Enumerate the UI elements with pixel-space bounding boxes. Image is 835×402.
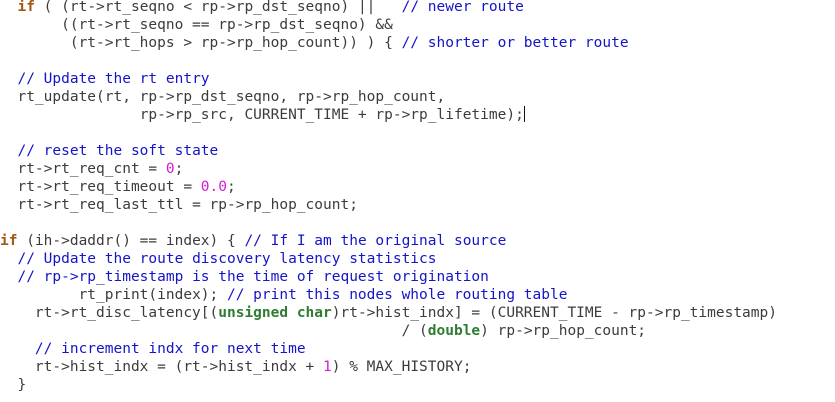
code-text: ((rt->rt_seqno == rp->rp_dst_seqno) &&: [61, 17, 393, 33]
type-keyword: unsigned char: [218, 305, 332, 321]
code-line[interactable]: rt->rt_req_cnt = 0;: [0, 160, 183, 178]
comment: // newer route: [401, 0, 524, 15]
code-line[interactable]: if ( (rt->rt_seqno < rp->rp_dst_seqno) |…: [0, 0, 524, 16]
code-text: ( (rt->rt_seqno < rp->rp_dst_seqno) ||: [34, 0, 402, 15]
code-text: rt->rt_req_last_ttl = rp->rp_hop_count;: [17, 197, 358, 213]
code-line[interactable]: rt->rt_req_timeout = 0.0;: [0, 178, 236, 196]
code-text: ;: [174, 161, 184, 177]
code-line[interactable]: rt->rt_req_last_ttl = rp->rp_hop_count;: [0, 196, 358, 214]
number-literal: 1: [323, 359, 332, 375]
code-line[interactable]: ((rt->rt_seqno == rp->rp_dst_seqno) &&: [0, 16, 393, 34]
code-text: rt->rt_req_timeout =: [17, 179, 201, 195]
comment: // If I am the original source: [244, 233, 507, 249]
keyword: if: [0, 233, 18, 249]
comment: // reset the soft state: [17, 143, 219, 159]
code-line[interactable]: rt_update(rt, rp->rp_dst_seqno, rp->rp_h…: [0, 88, 445, 106]
comment: // rp->rp_timestamp is the time of reque…: [17, 269, 489, 285]
code-text: ) % MAX_HISTORY;: [331, 359, 472, 375]
code-text: (rt->rt_hops > rp->rp_hop_count)) ) {: [69, 35, 402, 51]
comment: // print this nodes whole routing table: [226, 287, 568, 303]
code-text: rt->rt_disc_latency[(: [34, 305, 219, 321]
code-text: ) rp->rp_hop_count;: [480, 323, 647, 339]
keyword: if: [17, 0, 35, 15]
code-text: rt_update(rt, rp->rp_dst_seqno, rp->rp_h…: [17, 89, 446, 105]
code-line[interactable]: // rp->rp_timestamp is the time of reque…: [0, 268, 489, 286]
code-text: rp->rp_src, CURRENT_TIME + rp->rp_lifeti…: [139, 107, 524, 123]
code-line[interactable]: // reset the soft state: [0, 142, 218, 160]
code-line[interactable]: // Update the route discovery latency st…: [0, 250, 437, 268]
code-text: )rt->hist_indx] = (CURRENT_TIME - rp->rp…: [331, 305, 777, 321]
code-line[interactable]: // increment indx for next time: [0, 340, 306, 358]
code-text: rt->hist_indx = (rt->hist_indx +: [34, 359, 324, 375]
code-text: / (: [401, 323, 428, 339]
comment: // shorter or better route: [401, 35, 629, 51]
code-line[interactable]: rp->rp_src, CURRENT_TIME + rp->rp_lifeti…: [0, 106, 525, 124]
code-text: ;: [227, 179, 236, 195]
comment: // Update the route discovery latency st…: [17, 251, 437, 267]
code-text: rt_print(index);: [78, 287, 227, 303]
code-line[interactable]: }: [0, 376, 26, 394]
code-line[interactable]: // Update the rt entry: [0, 70, 210, 88]
code-line[interactable]: rt->hist_indx = (rt->hist_indx + 1) % MA…: [0, 358, 472, 376]
code-text: (ih->daddr() == index) {: [17, 233, 245, 249]
code-text: rt->rt_req_cnt =: [17, 161, 166, 177]
code-editor[interactable]: if ( (rt->rt_seqno < rp->rp_dst_seqno) |…: [0, 0, 835, 402]
code-text: }: [17, 377, 27, 393]
code-line[interactable]: if (ih->daddr() == index) { // If I am t…: [0, 232, 506, 250]
number-literal: 0.0: [200, 179, 227, 195]
type-keyword: double: [427, 323, 481, 339]
code-line[interactable]: (rt->rt_hops > rp->rp_hop_count)) ) { //…: [0, 34, 629, 52]
comment: // increment indx for next time: [34, 341, 306, 357]
number-literal: 0: [165, 161, 175, 177]
code-line[interactable]: rt->rt_disc_latency[(unsigned char)rt->h…: [0, 304, 777, 322]
code-line[interactable]: rt_print(index); // print this nodes who…: [0, 286, 568, 304]
code-line[interactable]: / (double) rp->rp_hop_count;: [0, 322, 646, 340]
comment: // Update the rt entry: [17, 71, 210, 87]
text-cursor: [523, 106, 525, 122]
